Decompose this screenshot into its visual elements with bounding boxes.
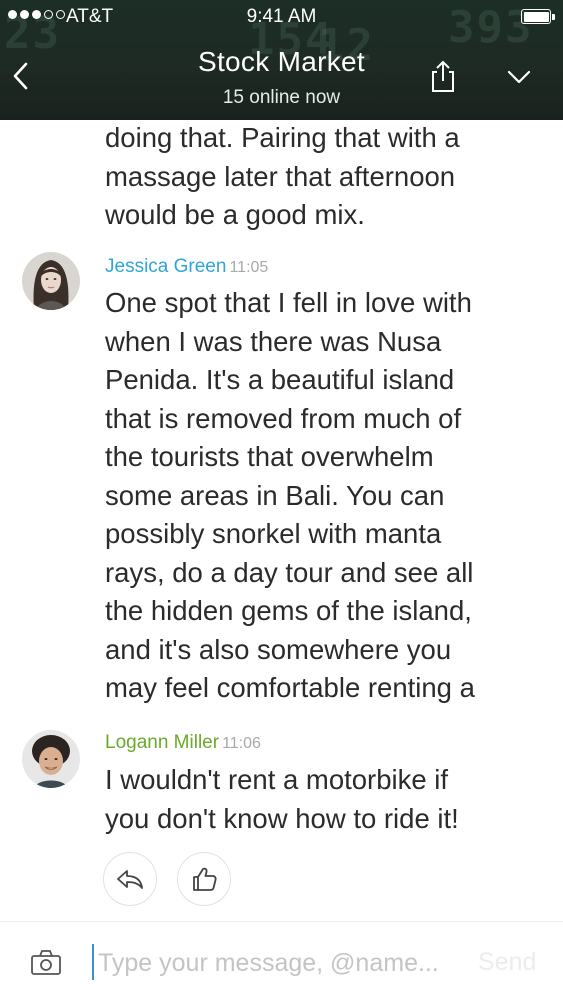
woman-portrait-icon [22, 252, 80, 310]
share-icon [432, 60, 454, 92]
message-line: that is removed from much of [105, 402, 462, 434]
battery-icon [521, 9, 555, 24]
message-line: may feel comfortable renting a [105, 672, 475, 703]
message-line: would be a good mix. [105, 199, 365, 230]
online-count: 15 online now [222, 87, 341, 108]
message-input[interactable] [98, 942, 468, 984]
status-bar: AT&T 9:41 AM [0, 0, 563, 36]
previous-message-continuation: doing that. Pairing that with a massage … [105, 120, 460, 235]
message-line: massage later that afternoon [105, 160, 456, 192]
chat-header: 23 154 12 393 AT&T 9:41 AM Stock Market … [0, 0, 563, 120]
reply-button[interactable] [103, 852, 157, 906]
message-body: One spot that I fell in love with when I… [105, 284, 475, 708]
message-time: 11:05 [229, 259, 269, 276]
message-feed[interactable]: doing that. Pairing that with a massage … [0, 120, 563, 920]
man-portrait-icon [22, 730, 80, 788]
message-actions [103, 852, 231, 906]
message-line: and it's also somewhere you [105, 633, 452, 665]
message-line: One spot that I fell in love with [105, 287, 472, 318]
message-body: I wouldn't rent a motorbike if you don't… [105, 761, 459, 838]
message-input-wrapper [92, 942, 472, 984]
message-meta: Logann Miller 11:06 [105, 732, 261, 754]
message-line: when I was there was Nusa [105, 325, 442, 357]
expand-button[interactable] [502, 66, 536, 90]
message-line: rays, do a day tour and see all [105, 556, 474, 588]
thumbs-up-icon [193, 867, 217, 891]
camera-button[interactable] [30, 948, 62, 976]
message-line: I wouldn't rent a motorbike if [105, 764, 449, 795]
message-time: 11:06 [222, 735, 261, 752]
avatar[interactable] [22, 730, 80, 788]
message-line: the hidden gems of the island, [105, 595, 472, 626]
message-meta: Jessica Green 11:05 [105, 256, 268, 278]
message-line: Penida. It's a beautiful island [105, 364, 455, 395]
message-line: you don't know how to ride it! [105, 802, 459, 834]
message-line: some areas in Bali. You can [105, 479, 445, 511]
author-name[interactable]: Logann Miller [105, 732, 219, 753]
send-button[interactable]: Send [478, 948, 536, 977]
share-button[interactable] [426, 58, 460, 94]
chat-title: Stock Market [198, 46, 365, 77]
message-composer: Send [0, 921, 563, 1000]
avatar[interactable] [22, 252, 80, 310]
message-line: doing that. Pairing that with a [105, 122, 460, 153]
reply-icon [117, 870, 143, 889]
message-line: possibly snorkel with manta [105, 518, 442, 549]
author-name[interactable]: Jessica Green [105, 256, 226, 277]
camera-icon [31, 950, 61, 975]
like-button[interactable] [177, 852, 231, 906]
text-cursor [92, 944, 94, 980]
status-time: 9:41 AM [246, 6, 317, 27]
message-line: the tourists that overwhelm [105, 441, 434, 472]
chevron-down-icon [507, 70, 531, 84]
